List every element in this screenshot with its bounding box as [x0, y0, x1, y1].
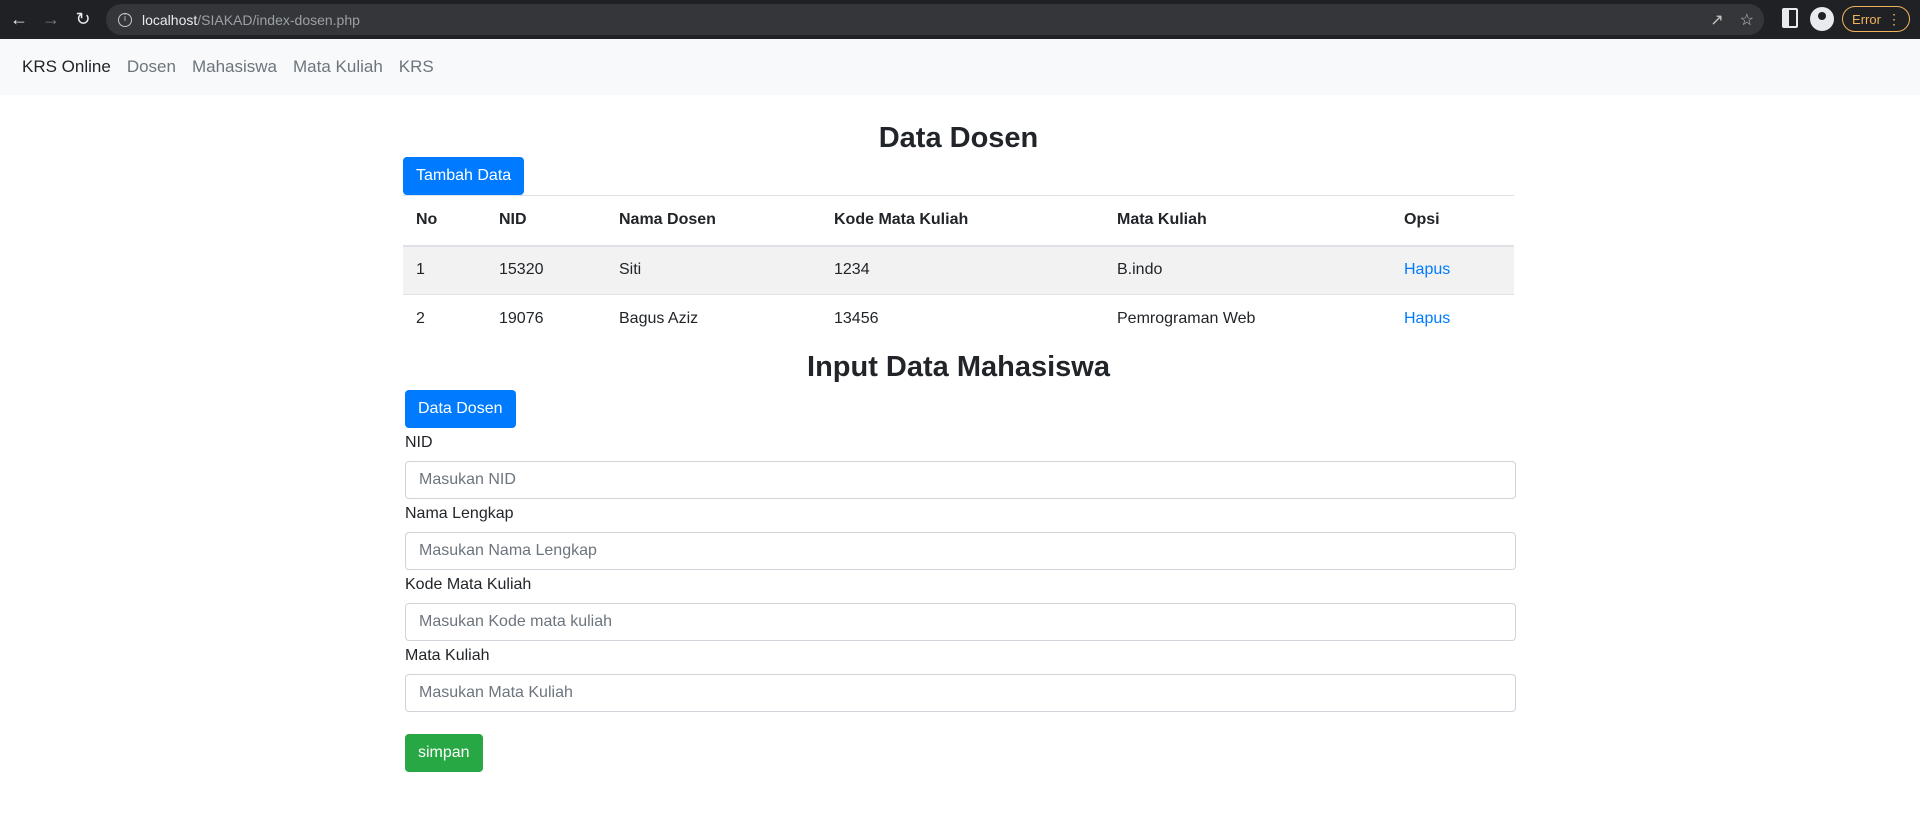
url-host: localhost: [142, 11, 198, 28]
hapus-link[interactable]: Hapus: [1404, 310, 1450, 327]
site-navbar: KRS Online Dosen Mahasiswa Mata Kuliah K…: [0, 39, 1920, 95]
reload-icon[interactable]: ↻: [70, 6, 96, 32]
mata-kuliah-label: Mata Kuliah: [405, 646, 490, 664]
column-header-kode-mata-kuliah: Kode Mata Kuliah: [821, 195, 1104, 247]
nav-link-mahasiswa[interactable]: Mahasiswa: [192, 57, 277, 77]
table-header-row: No NID Nama Dosen Kode Mata Kuliah Mata …: [403, 195, 1514, 247]
simpan-button[interactable]: simpan: [405, 733, 483, 772]
cell-no: 1: [403, 245, 486, 295]
nama-lengkap-label: Nama Lengkap: [405, 504, 514, 522]
cell-matkul: Pemrograman Web: [1104, 294, 1391, 344]
data-dosen-button[interactable]: Data Dosen: [405, 389, 516, 428]
input-form: Data Dosen NID Nama Lengkap Kode Mata Ku…: [405, 389, 1516, 772]
cell-opsi: Hapus: [1391, 294, 1514, 344]
cell-nama: Bagus Aziz: [606, 294, 821, 344]
main-container: Data Dosen Tambah Data No NID Nama Dosen…: [403, 95, 1516, 772]
error-label: Error: [1852, 11, 1881, 27]
mata-kuliah-input[interactable]: [405, 673, 1516, 712]
table-row: 2 19076 Bagus Aziz 13456 Pemrograman Web…: [403, 294, 1514, 344]
cell-kode: 13456: [821, 294, 1104, 344]
nid-label: NID: [405, 433, 433, 451]
tambah-data-button[interactable]: Tambah Data: [403, 157, 525, 195]
browser-toolbar: ← → ↻ i localhost/SIAKAD/index-dosen.php…: [0, 0, 1920, 39]
forward-icon[interactable]: →: [38, 6, 64, 32]
cell-opsi: Hapus: [1391, 245, 1514, 295]
site-info-icon[interactable]: i: [118, 12, 132, 27]
error-button[interactable]: Error ⋮: [1842, 6, 1910, 32]
cell-matkul: B.indo: [1104, 245, 1391, 295]
nav-link-dosen[interactable]: Dosen: [127, 57, 176, 77]
data-dosen-title: Data Dosen: [878, 122, 1039, 154]
submit-row: simpan: [405, 733, 1514, 772]
input-data-title: Input Data Mahasiswa: [807, 350, 1110, 383]
column-header-no: No: [403, 195, 486, 247]
hapus-link[interactable]: Hapus: [1404, 261, 1450, 278]
column-header-nama-dosen: Nama Dosen: [606, 195, 821, 247]
column-header-opsi: Opsi: [1391, 195, 1514, 247]
url-path: /SIAKAD/index-dosen.php: [197, 11, 360, 28]
cell-nid: 19076: [486, 294, 606, 344]
cell-nama: Siti: [606, 245, 821, 295]
nid-input[interactable]: [405, 460, 1516, 499]
nav-link-krs[interactable]: KRS: [399, 57, 434, 77]
cell-nid: 15320: [486, 245, 606, 295]
data-button-row: Data Dosen: [405, 389, 1514, 428]
nav-link-mata-kuliah[interactable]: Mata Kuliah: [293, 57, 383, 77]
kode-mata-kuliah-label: Kode Mata Kuliah: [405, 575, 532, 593]
share-icon[interactable]: ↗: [1710, 10, 1723, 30]
address-bar[interactable]: i localhost/SIAKAD/index-dosen.php ↗ ☆: [106, 4, 1764, 35]
column-header-mata-kuliah: Mata Kuliah: [1104, 195, 1391, 247]
navbar-brand[interactable]: KRS Online: [22, 57, 111, 77]
profile-avatar-icon[interactable]: [1810, 7, 1834, 31]
more-menu-icon: ⋮: [1886, 10, 1901, 27]
side-panel-icon[interactable]: [1782, 8, 1798, 28]
bookmark-star-icon[interactable]: ☆: [1740, 10, 1754, 30]
column-header-nid: NID: [486, 195, 606, 247]
kode-mata-kuliah-input[interactable]: [405, 602, 1516, 641]
table-row: 1 15320 Siti 1234 B.indo Hapus: [403, 245, 1514, 295]
nama-lengkap-input[interactable]: [405, 531, 1516, 570]
dosen-table: No NID Nama Dosen Kode Mata Kuliah Mata …: [403, 195, 1514, 344]
back-icon[interactable]: ←: [6, 6, 32, 32]
cell-kode: 1234: [821, 245, 1104, 295]
cell-no: 2: [403, 294, 486, 344]
